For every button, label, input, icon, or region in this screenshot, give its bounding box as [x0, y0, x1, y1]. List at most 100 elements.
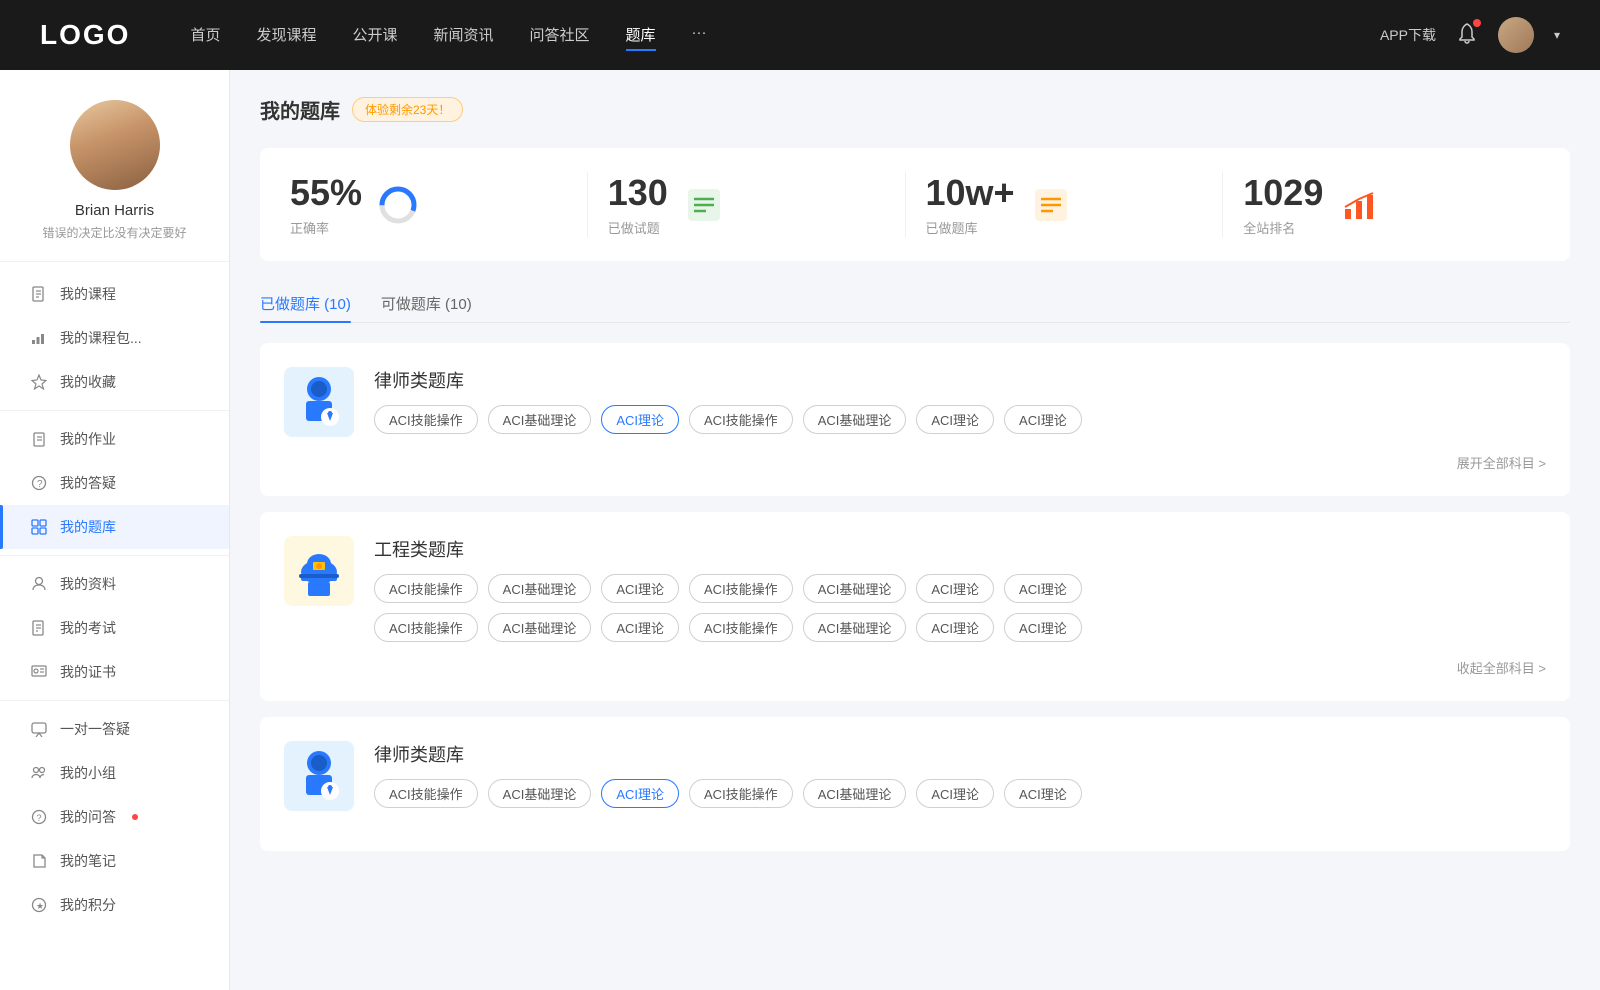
header: LOGO 首页 发现课程 公开课 新闻资讯 问答社区 题库 ··· APP下载 …	[0, 0, 1600, 70]
sidebar-item-my-qa[interactable]: ? 我的问答	[0, 795, 229, 839]
tag-lawyer-1-4[interactable]: ACI基础理论	[803, 405, 907, 434]
user-avatar	[70, 100, 160, 190]
tag-eng-2[interactable]: ACI理论	[601, 574, 679, 603]
tag-lawyer-1-2[interactable]: ACI理论	[601, 405, 679, 434]
user-motto: 错误的决定比没有决定要好	[20, 224, 209, 241]
sidebar-item-homework[interactable]: 我的作业	[0, 417, 229, 461]
tag-eng-0[interactable]: ACI技能操作	[374, 574, 478, 603]
svg-text:?: ?	[37, 813, 42, 823]
lawyer-icon	[284, 367, 354, 437]
tag-lawyer2-0[interactable]: ACI技能操作	[374, 779, 478, 808]
group-icon	[30, 764, 48, 782]
account-chevron[interactable]: ▾	[1554, 28, 1560, 42]
nav-news[interactable]: 新闻资讯	[434, 20, 494, 51]
nav-home[interactable]: 首页	[190, 20, 220, 51]
tag-lawyer-1-6[interactable]: ACI理论	[1004, 405, 1082, 434]
tag-eng-3[interactable]: ACI技能操作	[689, 574, 793, 603]
sidebar-label-group: 我的小组	[60, 763, 116, 783]
svg-text:★: ★	[36, 901, 44, 911]
tag-lawyer2-6[interactable]: ACI理论	[1004, 779, 1082, 808]
tag-eng2-2[interactable]: ACI理论	[601, 613, 679, 642]
tag-lawyer-1-1[interactable]: ACI基础理论	[488, 405, 592, 434]
qbank-info-lawyer-2: 律师类题库 ACI技能操作 ACI基础理论 ACI理论 ACI技能操作 ACI基…	[374, 741, 1546, 808]
tag-eng2-6[interactable]: ACI理论	[1004, 613, 1082, 642]
stat-accuracy-label: 正确率	[290, 218, 362, 237]
qbank-card-header-engineering: 工程类题库 ACI技能操作 ACI基础理论 ACI理论 ACI技能操作 ACI基…	[284, 536, 1546, 642]
logo: LOGO	[40, 19, 130, 51]
tag-lawyer2-5[interactable]: ACI理论	[916, 779, 994, 808]
qa-notification-dot	[132, 814, 138, 820]
tag-eng2-1[interactable]: ACI基础理论	[488, 613, 592, 642]
qbank-title-engineering: 工程类题库	[374, 536, 1546, 562]
stat-done-questions-number: 130	[608, 172, 668, 214]
sidebar-item-qa[interactable]: ? 我的答疑	[0, 461, 229, 505]
sidebar-label-favorites: 我的收藏	[60, 372, 116, 392]
avatar[interactable]	[1498, 17, 1534, 53]
sidebar-label-points: 我的积分	[60, 895, 116, 915]
main-layout: Brian Harris 错误的决定比没有决定要好 我的课程 我的课程包...	[0, 0, 1600, 990]
tab-available-banks[interactable]: 可做题库 (10)	[381, 285, 472, 322]
tag-eng2-4[interactable]: ACI基础理论	[803, 613, 907, 642]
nav-discover[interactable]: 发现课程	[256, 20, 316, 51]
avatar-image-sidebar	[70, 100, 160, 190]
tag-eng-5[interactable]: ACI理论	[916, 574, 994, 603]
sidebar-item-certificate[interactable]: 我的证书	[0, 650, 229, 694]
tag-lawyer2-2[interactable]: ACI理论	[601, 779, 679, 808]
sidebar-item-one-on-one[interactable]: 一对一答疑	[0, 707, 229, 751]
sidebar-item-points[interactable]: ★ 我的积分	[0, 883, 229, 927]
notification-dot	[1473, 19, 1481, 27]
page-header: 我的题库 体验剩余23天！	[260, 95, 1570, 124]
notification-bell[interactable]	[1456, 22, 1478, 49]
nav-more[interactable]: ···	[692, 20, 707, 51]
header-right: APP下载 ▾	[1380, 17, 1560, 53]
user-name: Brian Harris	[20, 202, 209, 219]
stat-done-banks-number: 10w+	[926, 172, 1015, 214]
sidebar-item-group[interactable]: 我的小组	[0, 751, 229, 795]
tag-lawyer2-4[interactable]: ACI基础理论	[803, 779, 907, 808]
tags-row-engineering-2: ACI技能操作 ACI基础理论 ACI理论 ACI技能操作 ACI基础理论 AC…	[374, 613, 1546, 642]
nav-question-bank[interactable]: 题库	[626, 20, 656, 51]
lawyer-icon-2	[284, 741, 354, 811]
bar-icon	[30, 329, 48, 347]
sidebar-label-profile: 我的资料	[60, 574, 116, 594]
sidebar-item-exam[interactable]: 我的考试	[0, 606, 229, 650]
tag-eng-1[interactable]: ACI基础理论	[488, 574, 592, 603]
tag-eng2-5[interactable]: ACI理论	[916, 613, 994, 642]
sidebar-item-question-bank[interactable]: 我的题库	[0, 505, 229, 549]
sidebar-item-course-package[interactable]: 我的课程包...	[0, 316, 229, 360]
tag-eng-6[interactable]: ACI理论	[1004, 574, 1082, 603]
app-download-button[interactable]: APP下载	[1380, 25, 1436, 45]
qbank-title-lawyer-1: 律师类题库	[374, 367, 1546, 393]
tag-eng2-3[interactable]: ACI技能操作	[689, 613, 793, 642]
tag-lawyer-1-3[interactable]: ACI技能操作	[689, 405, 793, 434]
sidebar-item-my-course[interactable]: 我的课程	[0, 272, 229, 316]
nav-qa[interactable]: 问答社区	[530, 20, 590, 51]
tag-lawyer2-3[interactable]: ACI技能操作	[689, 779, 793, 808]
trial-badge: 体验剩余23天！	[352, 97, 463, 122]
tag-eng2-0[interactable]: ACI技能操作	[374, 613, 478, 642]
sidebar-item-profile[interactable]: 我的资料	[0, 562, 229, 606]
sidebar-label-my-course: 我的课程	[60, 284, 116, 304]
expand-link-engineering[interactable]: 收起全部科目 >	[284, 658, 1546, 677]
tag-lawyer-1-0[interactable]: ACI技能操作	[374, 405, 478, 434]
svg-text:?: ?	[37, 479, 43, 490]
sidebar-label-qa: 我的答疑	[60, 473, 116, 493]
qbank-title-lawyer-2: 律师类题库	[374, 741, 1546, 767]
tag-eng-4[interactable]: ACI基础理论	[803, 574, 907, 603]
qbank-card-header-lawyer-1: 律师类题库 ACI技能操作 ACI基础理论 ACI理论 ACI技能操作 ACI基…	[284, 367, 1546, 437]
qbank-card-lawyer-1: 律师类题库 ACI技能操作 ACI基础理论 ACI理论 ACI技能操作 ACI基…	[260, 343, 1570, 496]
tag-lawyer2-1[interactable]: ACI基础理论	[488, 779, 592, 808]
qbank-card-engineering: 工程类题库 ACI技能操作 ACI基础理论 ACI理论 ACI技能操作 ACI基…	[260, 512, 1570, 701]
stat-ranking: 1029 全站排名	[1223, 172, 1540, 237]
sidebar-item-favorites[interactable]: 我的收藏	[0, 360, 229, 404]
tab-done-banks[interactable]: 已做题库 (10)	[260, 285, 351, 322]
nav-open-course[interactable]: 公开课	[352, 20, 397, 51]
sidebar-divider-1	[0, 410, 229, 411]
sidebar-item-notes[interactable]: 我的笔记	[0, 839, 229, 883]
sidebar-label-exam: 我的考试	[60, 618, 116, 638]
sidebar-label-course-package: 我的课程包...	[60, 328, 142, 348]
clipboard-icon	[30, 430, 48, 448]
tag-lawyer-1-5[interactable]: ACI理论	[916, 405, 994, 434]
expand-link-lawyer-1[interactable]: 展开全部科目 >	[284, 453, 1546, 472]
tags-row-lawyer-2: ACI技能操作 ACI基础理论 ACI理论 ACI技能操作 ACI基础理论 AC…	[374, 779, 1546, 808]
